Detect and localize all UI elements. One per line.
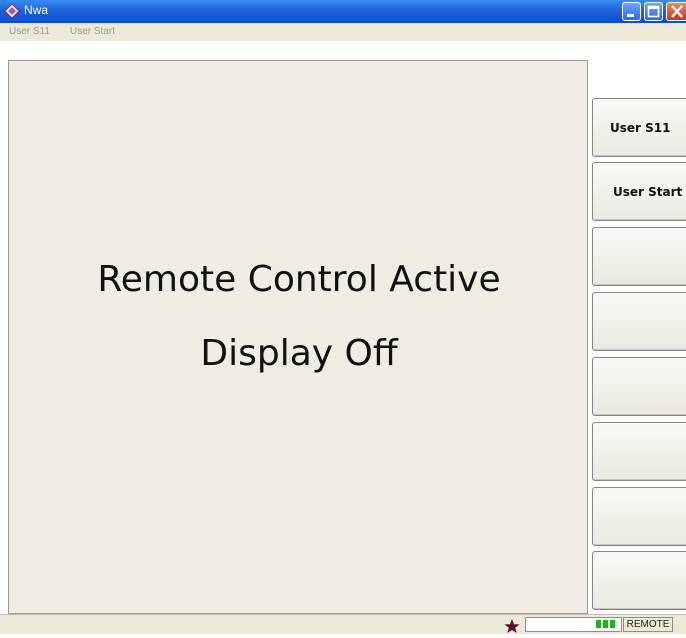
softkey-user-start[interactable]: User Start [592, 162, 686, 221]
softkey-8[interactable] [592, 551, 686, 610]
softkey-7[interactable] [592, 487, 686, 546]
maximize-icon [645, 3, 662, 20]
close-button[interactable] [666, 2, 686, 21]
softkey-6[interactable] [592, 422, 686, 481]
remote-control-message: Remote Control Active [97, 259, 501, 300]
menu-bar: User S11 User Start [0, 23, 686, 41]
menu-item-user-start[interactable]: User Start [70, 26, 115, 37]
app-icon [4, 3, 20, 19]
star-icon [504, 618, 520, 634]
led-indicator [610, 620, 615, 628]
led-indicator [596, 620, 601, 628]
maximize-button[interactable] [644, 2, 663, 21]
title-bar[interactable]: Nwa [0, 0, 686, 23]
softkey-panel: User S11 User Start [590, 60, 686, 614]
close-icon [667, 3, 686, 20]
window-title: Nwa [24, 3, 49, 17]
minimize-icon [623, 3, 640, 20]
menu-item-user-s11[interactable]: User S11 [9, 26, 50, 37]
led-indicator [603, 620, 608, 628]
remote-status-label: REMOTE [623, 617, 673, 632]
softkey-user-s11[interactable]: User S11 [592, 98, 686, 157]
softkey-4[interactable] [592, 292, 686, 351]
softkey-label: User Start [613, 184, 683, 199]
minimize-button[interactable] [622, 2, 641, 21]
display-off-message: Display Off [200, 333, 398, 374]
softkey-5[interactable] [592, 357, 686, 416]
display-area: Remote Control Active Display Off [8, 60, 588, 614]
status-bar: REMOTE [0, 614, 686, 634]
status-leds-icon [596, 620, 620, 628]
softkey-3[interactable] [592, 227, 686, 286]
softkey-label: User S11 [610, 120, 671, 135]
